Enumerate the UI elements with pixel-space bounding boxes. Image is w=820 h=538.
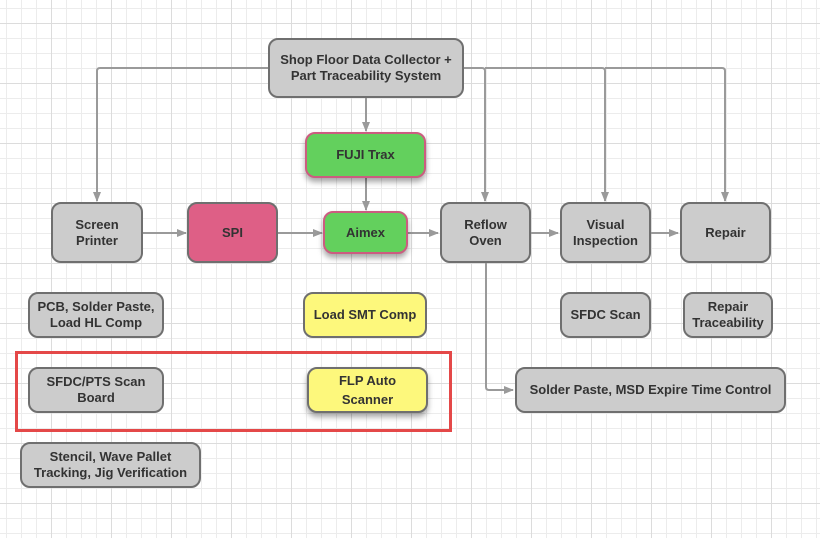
edge-sfdc-visual bbox=[485, 67, 609, 202]
edge-sfdc-repair bbox=[605, 67, 729, 202]
node-spi[interactable]: SPI bbox=[187, 202, 278, 263]
node-solder-paste-msd[interactable]: Solder Paste, MSD Expire Time Control bbox=[515, 367, 786, 413]
node-flp-auto-scanner[interactable]: FLP Auto Scanner bbox=[307, 367, 428, 413]
node-load-smt-comp[interactable]: Load SMT Comp bbox=[303, 292, 427, 338]
node-sfdc-scan[interactable]: SFDC Scan bbox=[560, 292, 651, 338]
node-fuji-trax[interactable]: FUJI Trax bbox=[305, 132, 426, 178]
node-stencil-wave-pallet[interactable]: Stencil, Wave Pallet Tracking, Jig Verif… bbox=[20, 442, 201, 488]
edge-sfdc-screen-printer bbox=[93, 67, 268, 202]
node-sfdc-pts-scan-board[interactable]: SFDC/PTS Scan Board bbox=[28, 367, 164, 413]
node-repair[interactable]: Repair bbox=[680, 202, 771, 263]
node-screen-printer[interactable]: Screen Printer bbox=[51, 202, 143, 263]
edge-sfdc-reflow bbox=[463, 67, 489, 202]
edge-reflow-solder-msd bbox=[485, 263, 514, 394]
node-sfdc-traceability-system[interactable]: Shop Floor Data Collector + Part Traceab… bbox=[268, 38, 464, 98]
node-pcb-solder-paste[interactable]: PCB, Solder Paste, Load HL Comp bbox=[28, 292, 164, 338]
node-aimex[interactable]: Aimex bbox=[323, 211, 408, 254]
node-repair-traceability[interactable]: Repair Traceability bbox=[683, 292, 773, 338]
node-reflow-oven[interactable]: Reflow Oven bbox=[440, 202, 531, 263]
node-visual-inspection[interactable]: Visual Inspection bbox=[560, 202, 651, 263]
